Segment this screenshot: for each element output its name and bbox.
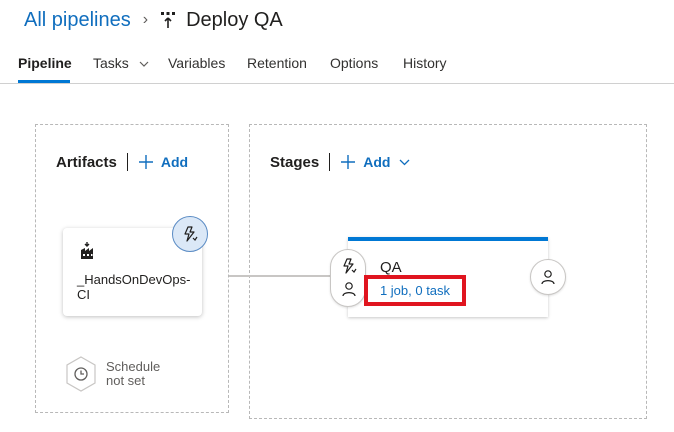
tab-options[interactable]: Options <box>330 55 378 71</box>
stages-header: Stages Add <box>270 153 417 171</box>
build-icon <box>81 242 93 259</box>
add-artifact-label: Add <box>160 154 189 170</box>
add-stage-label: Add <box>363 154 391 170</box>
schedule-trigger[interactable]: Schedule not set <box>64 355 160 393</box>
lightning-bolt-icon[interactable] <box>341 258 357 274</box>
tab-tasks[interactable]: Tasks <box>93 55 149 71</box>
person-icon <box>541 270 555 285</box>
active-tab-indicator <box>18 80 70 83</box>
pivot-tabs: Pipeline Tasks Variables Retention Optio… <box>0 44 674 84</box>
breadcrumb-separator: › <box>142 11 149 28</box>
tab-history[interactable]: History <box>403 55 447 71</box>
pipeline-connector <box>229 275 331 277</box>
add-stage-button[interactable]: Add <box>340 154 417 170</box>
tab-tasks-label: Tasks <box>93 55 129 71</box>
stage-name: QA <box>380 259 402 276</box>
tab-retention[interactable]: Retention <box>247 55 307 71</box>
chevron-down-icon <box>399 159 410 165</box>
clock-icon <box>66 356 96 392</box>
all-pipelines-link[interactable]: All pipelines <box>24 9 131 32</box>
divider <box>329 153 331 171</box>
divider <box>126 153 128 171</box>
tab-pipeline[interactable]: Pipeline <box>18 55 72 71</box>
person-icon[interactable] <box>341 281 357 297</box>
artifacts-header: Artifacts Add <box>56 153 188 171</box>
pre-deployment-conditions <box>330 249 366 307</box>
continuous-deployment-trigger-button[interactable] <box>172 216 208 252</box>
schedule-label-line1: Schedule <box>106 359 161 374</box>
breadcrumb: All pipelines › Deploy QA <box>24 6 283 34</box>
page-title: Deploy QA <box>186 8 283 31</box>
post-deployment-approvals-button[interactable] <box>530 259 566 295</box>
artifacts-title: Artifacts <box>56 153 117 171</box>
plus-icon <box>138 155 153 169</box>
schedule-status: Schedule not set <box>106 360 160 388</box>
plus-icon <box>341 155 356 169</box>
schedule-label-line2: not set <box>106 373 146 388</box>
stage-tasks-link[interactable]: 1 job, 0 task <box>364 275 466 306</box>
add-artifact-button[interactable]: Add <box>138 154 188 170</box>
artifact-name: _HandsOnDevOps-CI <box>77 272 191 302</box>
release-pipeline-icon <box>161 12 176 28</box>
stages-title: Stages <box>270 153 320 171</box>
chevron-down-icon <box>139 61 149 68</box>
lightning-bolt-icon <box>184 226 198 242</box>
artifacts-panel: Artifacts Add _HandsOnDevOps-CI Schedule… <box>35 124 229 413</box>
tab-variables[interactable]: Variables <box>168 55 225 71</box>
